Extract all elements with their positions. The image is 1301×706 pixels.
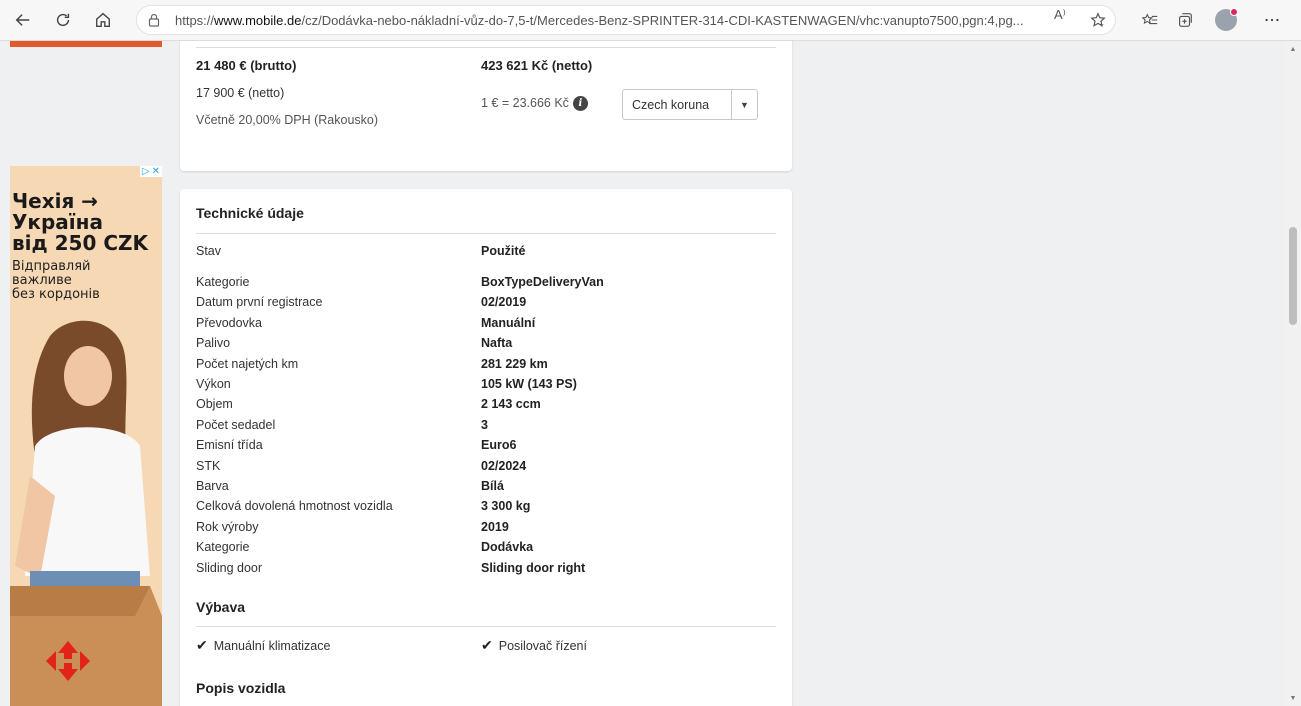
- collections-icon: [1179, 13, 1192, 27]
- spec-label: Rok výroby: [196, 519, 259, 534]
- spec-value: Manuální: [481, 315, 536, 330]
- read-aloud-icon[interactable]: A⁾: [1054, 7, 1072, 25]
- spec-value: Euro6: [481, 438, 517, 453]
- profile-button[interactable]: [1211, 5, 1241, 35]
- spec-label: Objem: [196, 397, 233, 412]
- refresh-icon: [56, 13, 70, 27]
- spec-label: Stav: [196, 244, 222, 258]
- ad-illustration: [10, 320, 162, 706]
- ad-headline: Чехія → Україна від 250 CZK: [12, 189, 149, 255]
- spec-value: BoxTypeDeliveryVan: [481, 275, 604, 289]
- spec-value: Použité: [481, 244, 526, 258]
- close-icon[interactable]: ✕: [152, 166, 160, 177]
- favorites-button[interactable]: [1135, 5, 1165, 35]
- equipment-title: Výbava: [196, 599, 246, 615]
- spec-label: Palivo: [196, 336, 231, 351]
- spec-label: Kategorie: [196, 540, 250, 555]
- spec-value: Nafta: [481, 336, 513, 351]
- address-bar[interactable]: https://www.mobile.de/cz/Dodávka-nebo-ná…: [136, 5, 1116, 35]
- spec-label: Celková dovolená hmotnost vozidla: [196, 499, 393, 514]
- price-netto-czk: 423 621 Kč (netto): [481, 58, 593, 73]
- spec-label: STK: [196, 458, 221, 473]
- favorite-add-icon: +: [1090, 12, 1106, 28]
- spec-label: Kategorie: [196, 275, 250, 289]
- spec-value: Dodávka: [481, 540, 534, 555]
- divider: [196, 626, 776, 627]
- info-icon[interactable]: i: [572, 96, 588, 112]
- check-icon: ✔: [481, 637, 493, 653]
- scroll-up-arrow[interactable]: ▲: [1285, 43, 1301, 57]
- exchange-rate: 1 € = 23.666 Kč i: [481, 96, 588, 112]
- check-icon: ✔: [196, 637, 208, 653]
- collections-button[interactable]: [1170, 5, 1200, 35]
- lock-icon: [148, 13, 160, 27]
- favorite-add-button[interactable]: +: [1083, 5, 1113, 35]
- back-arrow-icon: [15, 14, 30, 26]
- url-text: https://www.mobile.de/cz/Dodávka-nebo-ná…: [175, 12, 1024, 28]
- equipment-item: ✔ Manuální klimatizace: [196, 637, 331, 653]
- spec-label: Barva: [196, 479, 229, 493]
- price-netto-eur: 17 900 € (netto): [196, 86, 285, 100]
- spec-label: Počet sedadel: [196, 417, 276, 432]
- svg-text:+: +: [1099, 21, 1104, 28]
- notification-dot: [1230, 8, 1238, 16]
- equipment-item: ✔ Posilovač řízení: [481, 637, 587, 653]
- tech-title: Technické údaje: [196, 205, 304, 221]
- profile-avatar: [1215, 8, 1238, 31]
- advertisement[interactable]: ▷ ✕ Чехія → Україна від 250 CZK Відправл…: [10, 166, 162, 706]
- favorites-icon: [1141, 13, 1158, 25]
- currency-select[interactable]: Czech koruna ▼: [622, 89, 758, 120]
- spec-value: 281 229 km: [481, 356, 548, 371]
- spec-value: 3: [481, 417, 488, 432]
- spec-value: 02/2019: [481, 295, 527, 310]
- divider: [196, 47, 776, 48]
- refresh-button[interactable]: [46, 3, 80, 37]
- spec-value: Bílá: [481, 479, 504, 493]
- ad-choices[interactable]: ▷ ✕: [139, 166, 162, 177]
- ad-top-strip: [10, 41, 162, 47]
- spec-value: Sliding door right: [481, 560, 586, 575]
- description-title: Popis vozidla: [196, 680, 286, 696]
- spec-value: 2 143 ccm: [481, 397, 541, 412]
- ad-subtext: Відправляй важливе без кордонів: [12, 259, 100, 302]
- back-button[interactable]: [6, 3, 40, 37]
- scroll-thumb[interactable]: [1289, 227, 1297, 325]
- spec-label: Sliding door: [196, 560, 263, 575]
- spec-value: 02/2024: [481, 458, 527, 473]
- currency-selected: Czech koruna: [632, 97, 710, 112]
- divider: [196, 233, 776, 234]
- scroll-down-arrow[interactable]: ▼: [1285, 692, 1301, 706]
- spec-value: 2019: [481, 519, 509, 534]
- home-icon: [96, 12, 110, 27]
- browser-toolbar: https://www.mobile.de/cz/Dodávka-nebo-ná…: [0, 0, 1301, 41]
- page-content: 21 480 € (brutto) 17 900 € (netto) Včetn…: [0, 41, 1285, 706]
- spec-label: Emisní třída: [196, 438, 263, 453]
- spec-label: Výkon: [196, 377, 231, 391]
- tech-card: Technické údaje Stav Použité Kategorie BoxT…: [180, 189, 792, 706]
- price-card: 21 480 € (brutto) 17 900 € (netto) Včetn…: [180, 41, 792, 171]
- more-icon: [1265, 18, 1279, 22]
- page-scrollbar[interactable]: ▲ ▼: [1285, 41, 1301, 706]
- vat-note: Včetně 20,00% DPH (Rakousko): [196, 113, 379, 127]
- price-brutto-eur: 21 480 € (brutto): [196, 58, 297, 73]
- chevron-down-icon: ▼: [731, 90, 757, 119]
- spec-value: 3 300 kg: [481, 499, 531, 514]
- adchoices-icon[interactable]: ▷: [142, 166, 150, 177]
- more-button[interactable]: [1257, 5, 1287, 35]
- home-button[interactable]: [86, 3, 120, 37]
- spec-label: Datum první registrace: [196, 295, 323, 310]
- spec-value: 105 kW (143 PS): [481, 377, 577, 391]
- spec-label: Převodovka: [196, 315, 263, 330]
- spec-label: Počet najetých km: [196, 356, 299, 371]
